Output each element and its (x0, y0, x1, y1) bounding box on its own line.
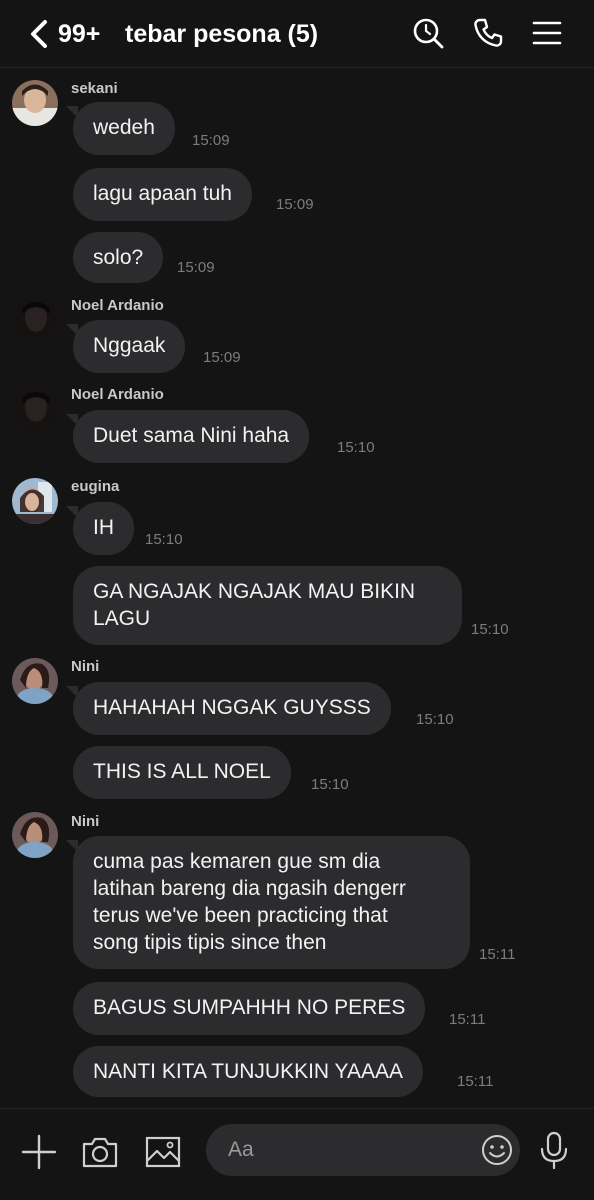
message-time: 15:09 (192, 132, 230, 149)
message-bubble[interactable]: Nggaak (65, 320, 186, 373)
chat-title: tebar pesona (5) (125, 20, 319, 48)
sender-name: Nini (71, 813, 100, 830)
message-time: 15:10 (145, 531, 183, 548)
message-bubble[interactable]: IH (66, 502, 134, 555)
phone-icon[interactable] (471, 16, 505, 50)
message-bubble[interactable]: NANTI KITA TUNJUKKIN YAAAA (73, 1046, 424, 1097)
message-bubble[interactable]: wedeh (66, 102, 175, 155)
message-time: 15:11 (449, 1011, 486, 1028)
avatar-noel[interactable] (12, 386, 58, 432)
avatar-sekani[interactable] (12, 80, 58, 126)
message-time: 15:10 (311, 776, 349, 793)
message-time: 15:10 (416, 711, 454, 728)
message-time: 15:09 (276, 196, 314, 213)
sender-name: sekani (71, 80, 118, 97)
sender-name: Noel Ardanio (71, 386, 164, 403)
message-input-container[interactable] (206, 1124, 520, 1176)
chat-header: 99+ tebar pesona (5) (0, 0, 594, 68)
message-time: 15:11 (479, 946, 516, 963)
microphone-icon[interactable] (536, 1130, 572, 1170)
chevron-left-icon[interactable] (26, 18, 52, 50)
message-time: 15:10 (471, 621, 509, 638)
message-bubble[interactable]: cuma pas kemaren gue sm dia latihan bare… (66, 836, 470, 969)
plus-icon[interactable] (20, 1133, 58, 1171)
message-bubble[interactable]: solo? (73, 232, 164, 283)
avatar-nini[interactable] (12, 658, 58, 704)
menu-icon[interactable] (530, 16, 564, 50)
message-bubble[interactable]: BAGUS SUMPAHHH NO PERES (73, 982, 426, 1035)
message-bubble[interactable]: Duet sama Nini haha (65, 410, 310, 463)
message-time: 15:09 (203, 349, 241, 366)
sender-name: Nini (71, 658, 100, 675)
image-icon[interactable] (144, 1133, 182, 1171)
sender-name: eugina (71, 478, 120, 495)
avatar-nini[interactable] (12, 812, 58, 858)
message-bubble[interactable]: THIS IS ALL NOEL (73, 746, 291, 799)
message-time: 15:10 (337, 439, 375, 456)
avatar-eugina[interactable] (12, 478, 58, 524)
message-time: 15:11 (457, 1073, 494, 1090)
unread-count[interactable]: 99+ (58, 20, 100, 49)
message-list[interactable]: sekani wedeh 15:09 lagu apaan tuh 15:09 … (0, 68, 594, 1108)
camera-icon[interactable] (81, 1133, 119, 1171)
message-input[interactable] (228, 1136, 468, 1164)
message-bubble[interactable]: HAHAHAH NGGAK GUYSSS (66, 682, 391, 735)
sender-name: Noel Ardanio (71, 297, 164, 314)
search-icon[interactable] (411, 16, 445, 50)
message-bubble[interactable]: GA NGAJAK NGAJAK MAU BIKIN LAGU (73, 566, 462, 645)
avatar-noel[interactable] (12, 296, 58, 342)
message-time: 15:09 (177, 259, 215, 276)
emoji-icon[interactable] (480, 1133, 514, 1167)
message-bubble[interactable]: lagu apaan tuh (73, 168, 252, 221)
